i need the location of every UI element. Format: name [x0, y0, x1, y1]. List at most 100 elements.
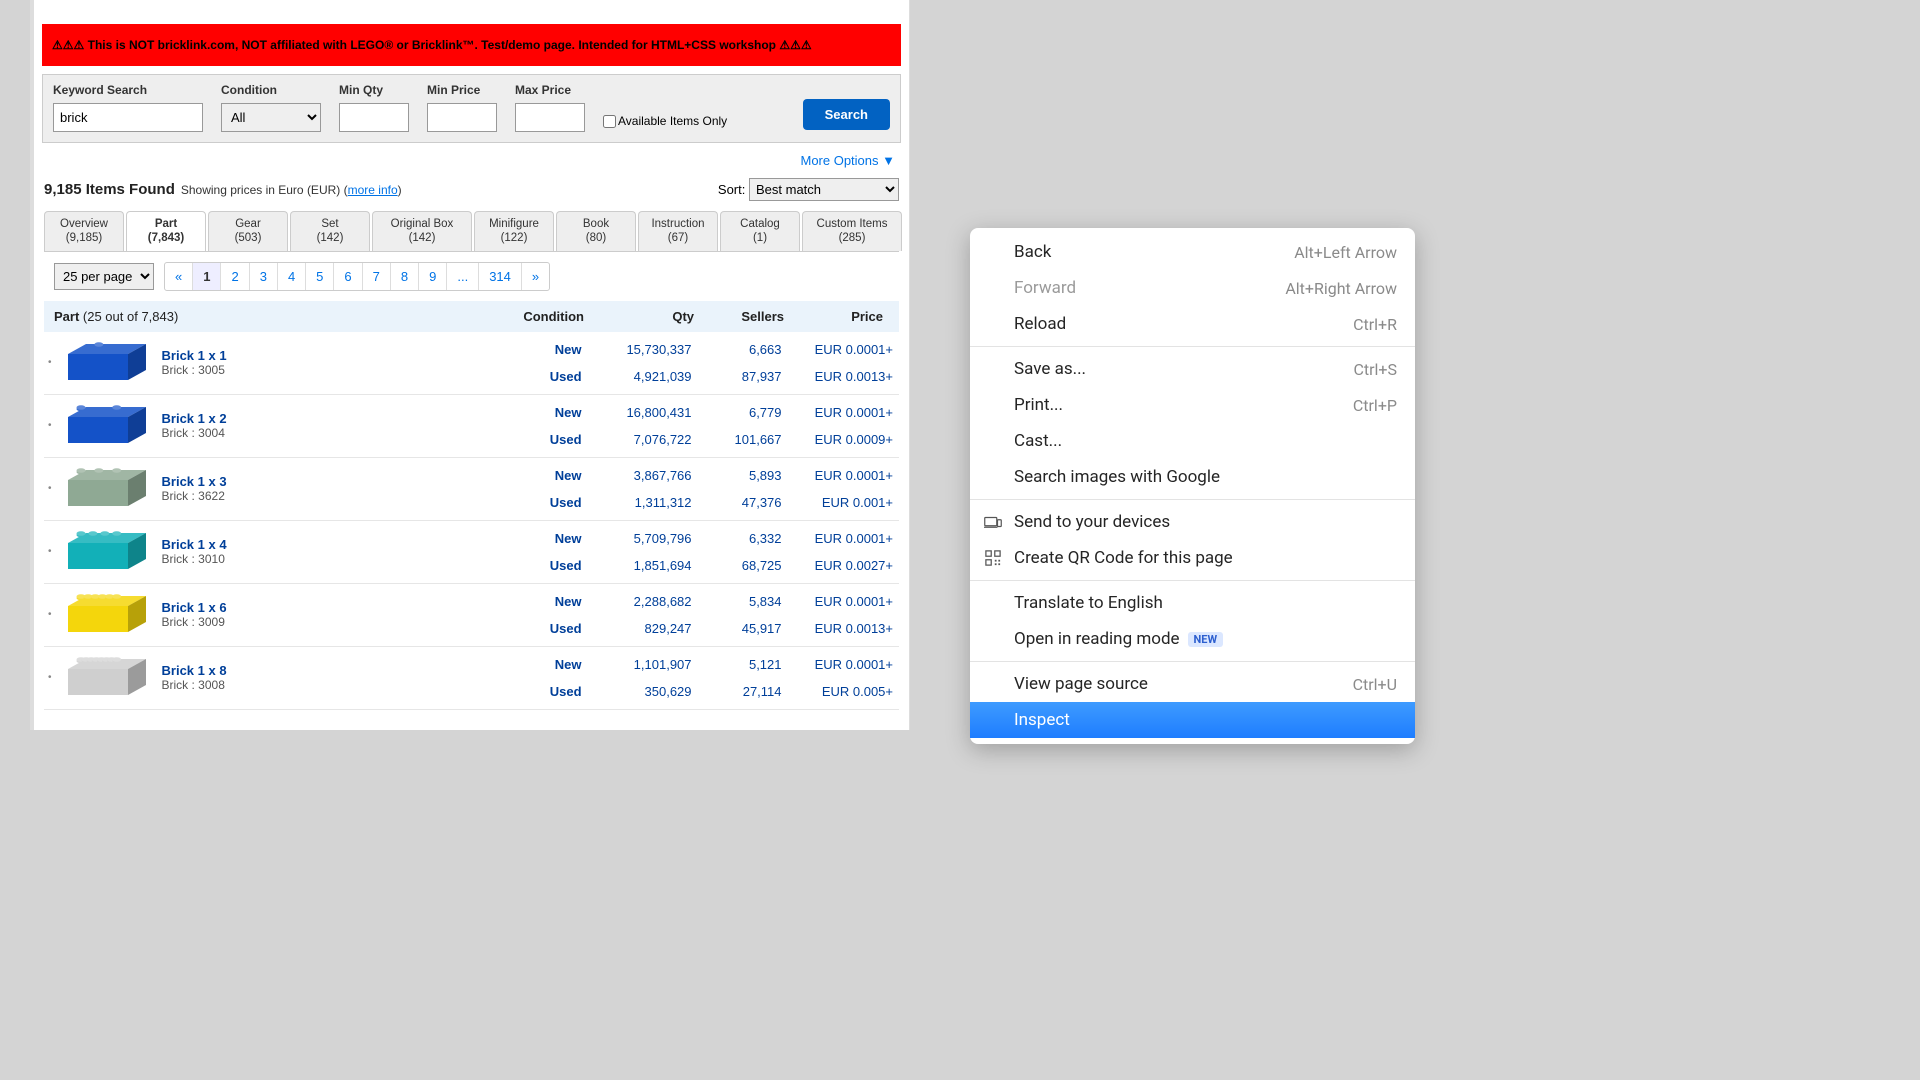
sort-select[interactable]: Best match	[749, 178, 899, 201]
results-count: 9,185 Items Found	[44, 181, 175, 198]
page-1[interactable]: 1	[193, 263, 221, 290]
more-options-link[interactable]: More Options ▼	[34, 143, 909, 174]
part-thumbnail[interactable]	[52, 525, 162, 579]
search-button[interactable]: Search	[803, 99, 890, 130]
tab-set[interactable]: Set(142)	[290, 211, 370, 251]
listing-header: Part (25 out of 7,843) Condition Qty Sel…	[44, 301, 899, 332]
part-thumbnail[interactable]	[52, 588, 162, 642]
ctx-image-search[interactable]: Search images with Google	[970, 459, 1415, 495]
ctx-back[interactable]: BackAlt+Left Arrow	[970, 234, 1415, 270]
tab-overview[interactable]: Overview(9,185)	[44, 211, 124, 251]
cond-new[interactable]: New	[492, 657, 582, 672]
cond-new[interactable]: New	[492, 594, 582, 609]
table-row: •Brick 1 x 8Brick : 3008New1,101,9075,12…	[44, 647, 899, 710]
devices-icon	[984, 514, 1002, 530]
ctx-separator	[970, 346, 1415, 347]
cond-new[interactable]: New	[492, 405, 582, 420]
cond-used[interactable]: Used	[492, 495, 582, 510]
cond-new[interactable]: New	[492, 468, 582, 483]
new-badge: NEW	[1188, 632, 1224, 647]
part-name-link[interactable]: Brick 1 x 2	[162, 411, 492, 426]
listing-rows: •Brick 1 x 1Brick : 3005New15,730,3376,6…	[34, 332, 909, 710]
table-row: •Brick 1 x 3Brick : 3622New3,867,7665,89…	[44, 458, 899, 521]
available-only-checkbox[interactable]	[603, 115, 616, 128]
ctx-reading-mode[interactable]: Open in reading modeNEW	[970, 621, 1415, 657]
page-9[interactable]: 9	[419, 263, 447, 290]
ctx-save-as[interactable]: Save as...Ctrl+S	[970, 351, 1415, 387]
table-row: •Brick 1 x 1Brick : 3005New15,730,3376,6…	[44, 332, 899, 395]
tab-instruction[interactable]: Instruction(67)	[638, 211, 718, 251]
page-...[interactable]: ...	[447, 263, 479, 290]
cond-used[interactable]: Used	[492, 684, 582, 699]
part-category: Brick : 3005	[162, 363, 492, 377]
page-3[interactable]: 3	[250, 263, 278, 290]
ctx-forward[interactable]: ForwardAlt+Right Arrow	[970, 270, 1415, 306]
ctx-reload[interactable]: ReloadCtrl+R	[970, 306, 1415, 342]
tab-original-box[interactable]: Original Box(142)	[372, 211, 472, 251]
results-subtext: Showing prices in Euro (EUR) (more info)	[181, 183, 402, 197]
part-name-link[interactable]: Brick 1 x 8	[162, 663, 492, 678]
ctx-print[interactable]: Print...Ctrl+P	[970, 387, 1415, 423]
more-info-link[interactable]: more info	[348, 183, 398, 197]
part-thumbnail[interactable]	[52, 399, 162, 453]
page-content: ⚠⚠⚠ This is NOT bricklink.com, NOT affil…	[30, 0, 910, 730]
tab-custom-items[interactable]: Custom Items(285)	[802, 211, 902, 251]
tab-book[interactable]: Book(80)	[556, 211, 636, 251]
minqty-label: Min Qty	[339, 83, 409, 97]
warning-banner: ⚠⚠⚠ This is NOT bricklink.com, NOT affil…	[42, 24, 901, 66]
tab-part[interactable]: Part(7,843)	[126, 211, 206, 251]
minprice-input[interactable]	[427, 103, 497, 132]
tab-catalog[interactable]: Catalog(1)	[720, 211, 800, 251]
cond-new[interactable]: New	[492, 342, 582, 357]
page-6[interactable]: 6	[334, 263, 362, 290]
page-2[interactable]: 2	[221, 263, 249, 290]
available-only-label[interactable]: Available Items Only	[603, 114, 727, 128]
keyword-input[interactable]	[53, 103, 203, 132]
part-category: Brick : 3009	[162, 615, 492, 629]
part-thumbnail[interactable]	[52, 651, 162, 705]
per-page-select[interactable]: 25 per page	[54, 263, 154, 290]
ctx-separator	[970, 580, 1415, 581]
ctx-send-devices[interactable]: Send to your devices	[970, 504, 1415, 540]
tab-gear[interactable]: Gear(503)	[208, 211, 288, 251]
cond-used[interactable]: Used	[492, 369, 582, 384]
part-name-link[interactable]: Brick 1 x 6	[162, 600, 492, 615]
table-row: •Brick 1 x 4Brick : 3010New5,709,7966,33…	[44, 521, 899, 584]
minqty-input[interactable]	[339, 103, 409, 132]
part-name-link[interactable]: Brick 1 x 4	[162, 537, 492, 552]
condition-select[interactable]: All	[221, 103, 321, 132]
part-thumbnail[interactable]	[52, 336, 162, 390]
page-314[interactable]: 314	[479, 263, 522, 290]
page-5[interactable]: 5	[306, 263, 334, 290]
ctx-qr-code[interactable]: Create QR Code for this page	[970, 540, 1415, 576]
cond-used[interactable]: Used	[492, 432, 582, 447]
page-8[interactable]: 8	[391, 263, 419, 290]
cond-used[interactable]: Used	[492, 621, 582, 636]
ctx-cast[interactable]: Cast...	[970, 423, 1415, 459]
sort-label: Sort:	[718, 182, 745, 197]
part-category: Brick : 3008	[162, 678, 492, 692]
ctx-view-source[interactable]: View page sourceCtrl+U	[970, 666, 1415, 702]
ctx-translate[interactable]: Translate to English	[970, 585, 1415, 621]
page-7[interactable]: 7	[363, 263, 391, 290]
part-category: Brick : 3622	[162, 489, 492, 503]
page-«[interactable]: «	[165, 263, 193, 290]
search-bar: Keyword Search Condition All Min Qty Min…	[42, 74, 901, 143]
cond-new[interactable]: New	[492, 531, 582, 546]
part-thumbnail[interactable]	[52, 462, 162, 516]
part-name-link[interactable]: Brick 1 x 1	[162, 348, 492, 363]
part-name-link[interactable]: Brick 1 x 3	[162, 474, 492, 489]
ctx-separator	[970, 661, 1415, 662]
pagination: «123456789...314»	[164, 262, 550, 291]
maxprice-input[interactable]	[515, 103, 585, 132]
table-row: •Brick 1 x 6Brick : 3009New2,288,6825,83…	[44, 584, 899, 647]
tab-minifigure[interactable]: Minifigure(122)	[474, 211, 554, 251]
qr-icon	[984, 550, 1002, 566]
pager-row: 25 per page «123456789...314»	[44, 251, 899, 301]
keyword-label: Keyword Search	[53, 83, 203, 97]
cond-used[interactable]: Used	[492, 558, 582, 573]
condition-label: Condition	[221, 83, 321, 97]
page-4[interactable]: 4	[278, 263, 306, 290]
page-»[interactable]: »	[522, 263, 549, 290]
ctx-inspect[interactable]: Inspect	[970, 702, 1415, 738]
